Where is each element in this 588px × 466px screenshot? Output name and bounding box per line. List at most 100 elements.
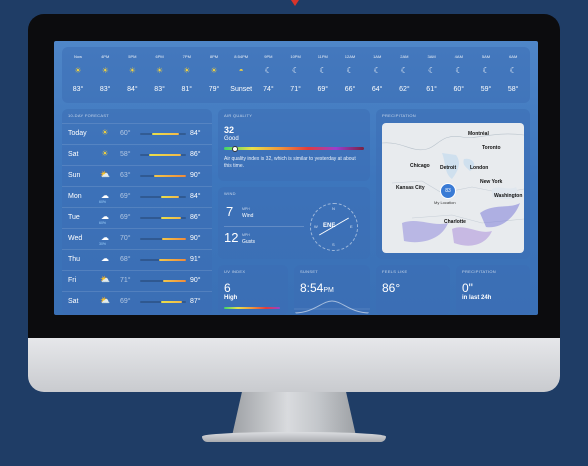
- forecast-high: 90°: [190, 277, 201, 284]
- forecast-day: Thu: [68, 256, 81, 263]
- forecast-range-fill: [160, 217, 182, 219]
- hourly-time: 10PM: [290, 54, 301, 59]
- forecast-row[interactable]: Sun ⛅ 63° 90°: [62, 165, 212, 187]
- uv-index-panel[interactable]: UV INDEX 6 High: [218, 265, 288, 315]
- map-city-london: London: [470, 165, 489, 171]
- hourly-time: 9PM: [264, 54, 273, 59]
- feels-like-panel[interactable]: FEELS LIKE 86°: [376, 265, 450, 315]
- precipitation-map-panel[interactable]: PRECIPITATION Montréal Toronto Chicago D…: [376, 109, 530, 259]
- moon-icon: ☾: [264, 66, 272, 75]
- sun-icon: ☀: [156, 66, 164, 75]
- forecast-row[interactable]: Sat ☀ 58° 86°: [62, 144, 212, 166]
- hourly-temp: 60°: [453, 86, 465, 93]
- sun-icon: ☀: [183, 66, 191, 75]
- sunset-time-suffix: PM: [323, 287, 334, 294]
- cloud-rain-icon: ☁: [101, 254, 109, 263]
- weather-screen: Now ☀ 83° 4PM ☀ 83° 5PM ☀ 84° 6PM ☀ 83° 7PM ☀ 81° 8PM ☀ 7…: [54, 41, 538, 315]
- forecast-range-fill: [149, 154, 182, 156]
- forecast-low: 69°: [120, 193, 131, 200]
- forecast-high: 86°: [190, 151, 201, 158]
- hourly-temp: Sunset: [230, 86, 253, 93]
- moon-icon: ☾: [292, 66, 300, 75]
- sun-icon: ☀: [101, 149, 109, 158]
- map-city-washington: Washington: [494, 193, 523, 199]
- wind-divider: [224, 226, 304, 227]
- forecast-range-bar: [140, 301, 186, 303]
- sun-icon: ☀: [101, 128, 109, 137]
- hourly-time: 11PM: [317, 54, 328, 59]
- moon-icon: ☾: [400, 66, 408, 75]
- wind-gust-unit: MPH: [242, 233, 250, 237]
- forecast-row[interactable]: Today ☀ 60° 84°: [62, 123, 212, 145]
- wind-direction: ENE: [323, 223, 336, 229]
- forecast-low: 71°: [120, 277, 131, 284]
- hourly-temp: 84°: [127, 86, 138, 93]
- forecast-precip-chance: 60%: [99, 221, 107, 225]
- hourly-time: 1AM: [373, 54, 382, 59]
- air-quality-value: 32: [224, 125, 235, 135]
- forecast-high: 90°: [190, 235, 201, 242]
- map-city-new-york: New York: [480, 179, 503, 185]
- compass-n: N: [332, 206, 335, 211]
- air-quality-scale: [224, 147, 364, 150]
- precipitation-map[interactable]: Montréal Toronto Chicago Detroit London …: [382, 123, 524, 253]
- forecast-day: Sat: [68, 151, 79, 158]
- wind-compass: N E S W ENE: [310, 203, 358, 251]
- sunset-time: 8:54PM: [300, 281, 334, 295]
- hourly-time: 2AM: [400, 54, 409, 59]
- forecast-row[interactable]: Wed ☁ 30% 70° 90°: [62, 228, 212, 250]
- hourly-time: 4PM: [101, 54, 110, 59]
- uv-title: UV INDEX: [224, 269, 246, 274]
- feels-like-title: FEELS LIKE: [382, 269, 408, 274]
- forecast-row[interactable]: Fri ⛅ 71° 90°: [62, 270, 212, 292]
- hourly-time: 8:54PM: [234, 54, 249, 59]
- hourly-time: 5AM: [481, 54, 491, 59]
- partly-cloudy-icon: ⛅: [100, 170, 110, 179]
- forecast-range-bar: [140, 280, 186, 282]
- precipitation-title: PRECIPITATION: [462, 269, 496, 274]
- sun-icon: ☀: [128, 66, 136, 75]
- hourly-time: Now: [73, 54, 82, 59]
- hourly-time: 12AM: [344, 54, 356, 59]
- sunset-time-value: 8:54: [300, 281, 324, 295]
- map-city-kansas-city: Kansas City: [396, 185, 425, 191]
- forecast-row[interactable]: Tue ☁ 60% 69° 86°: [62, 207, 212, 229]
- forecast-range-bar: [140, 133, 186, 135]
- sunset-panel[interactable]: SUNSET 8:54PM: [294, 265, 370, 315]
- hourly-temp: 79°: [208, 86, 220, 93]
- compass-s: S: [332, 242, 335, 247]
- forecast-row[interactable]: Mon ☁ 60% 69° 84°: [62, 186, 212, 208]
- forecast-range-fill: [163, 280, 186, 282]
- top-indicator: [291, 0, 299, 6]
- sunset-icon: ◓: [238, 66, 244, 75]
- forecast-range-fill: [162, 238, 186, 240]
- cloud-rain-icon: ☁: [101, 233, 109, 242]
- compass-e: E: [350, 224, 353, 229]
- map-city-montreal: Montréal: [468, 131, 489, 137]
- forecast-high: 91°: [190, 256, 201, 263]
- wind-panel[interactable]: WIND 7 MPH Wind 12 MPH Gusts N E S W ENE: [218, 187, 370, 259]
- partly-cloudy-icon: ⛅: [100, 275, 110, 284]
- precipitation-value: 0": [462, 281, 473, 295]
- my-location-marker[interactable]: 83: [440, 183, 456, 199]
- air-quality-panel[interactable]: AIR QUALITY 32 Good Air quality index is…: [218, 109, 370, 181]
- hourly-temp: 83°: [72, 86, 84, 93]
- compass-w: W: [314, 224, 318, 229]
- precipitation-panel[interactable]: PRECIPITATION 0" in last 24h: [456, 265, 530, 315]
- hourly-temp: 61°: [426, 86, 437, 93]
- forecast-title: 10-DAY FORECAST: [68, 113, 110, 118]
- moon-icon: ☾: [455, 66, 463, 75]
- monitor-base: [202, 432, 386, 442]
- hourly-temp: 69°: [317, 86, 329, 93]
- wind-gust-label: Gusts: [242, 239, 256, 245]
- moon-icon: ☾: [346, 66, 354, 75]
- wind-title: WIND: [224, 191, 236, 196]
- partly-cloudy-icon: ⛅: [100, 296, 110, 305]
- ten-day-forecast: 10-DAY FORECAST Today ☀ 60° 84° Sat ☀ 58° 86° Su…: [62, 109, 212, 315]
- forecast-row[interactable]: Thu ☁ 68° 91°: [62, 249, 212, 271]
- hourly-time: 3AM: [427, 54, 436, 59]
- forecast-range-fill: [151, 133, 180, 135]
- wind-speed-unit: MPH: [242, 207, 250, 211]
- forecast-row[interactable]: Sat ⛅ 69° 87°: [62, 291, 212, 313]
- moon-icon: ☾: [319, 66, 327, 75]
